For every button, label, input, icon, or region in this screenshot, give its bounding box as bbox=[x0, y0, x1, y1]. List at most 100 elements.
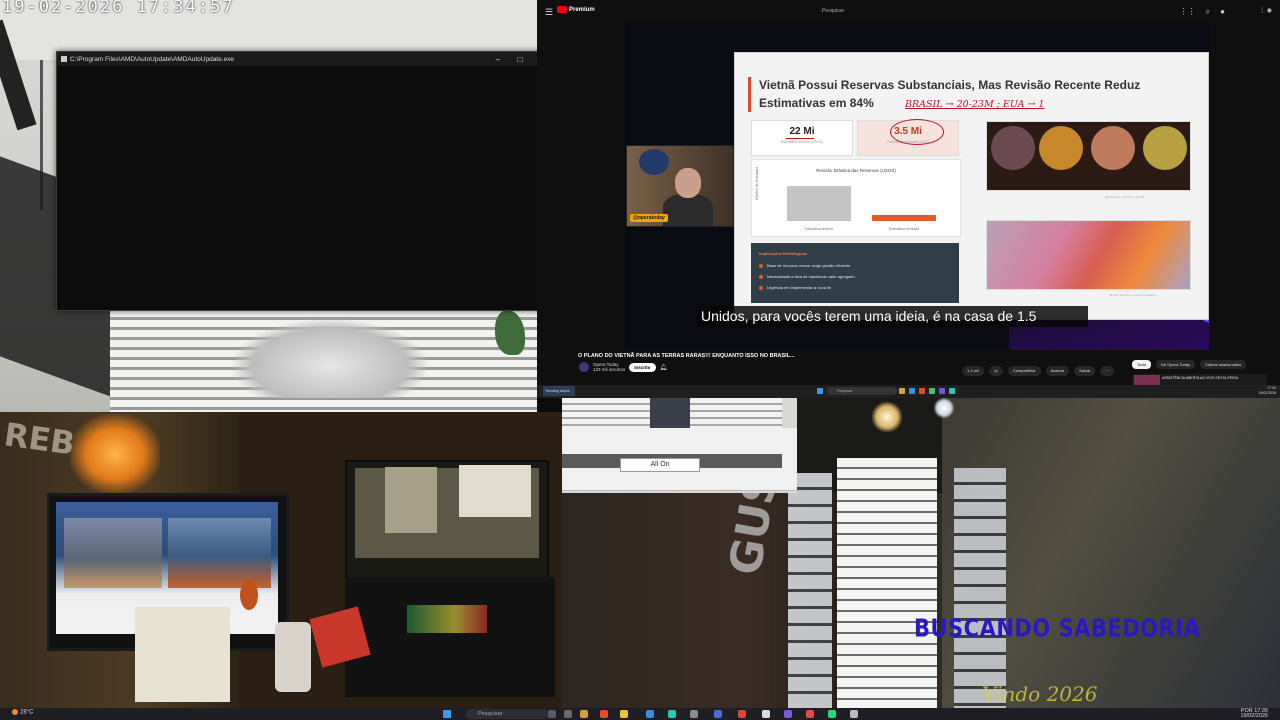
implications-panel: Implicações Estratégicas Base de recurso… bbox=[751, 243, 959, 303]
chrome-icon[interactable] bbox=[600, 710, 608, 718]
monitor-video-1 bbox=[64, 518, 162, 588]
stat-label: Estimativa anterior (USGS) bbox=[780, 140, 824, 144]
system-tray[interactable]: POR 17:35 19/02/2026 bbox=[1240, 708, 1268, 719]
console-title: C:\Program Files\AMD\AutoUpdate\AMDAutoU… bbox=[70, 55, 235, 63]
chip-all[interactable]: Tudo bbox=[1132, 360, 1151, 369]
webcam-person-body bbox=[663, 194, 713, 226]
mineral-bowl bbox=[991, 126, 1035, 170]
related-chips: Tudo De Opera Today Vídeos relacionados bbox=[1132, 360, 1247, 369]
desk-papers bbox=[135, 607, 230, 702]
panel-item-text: Necessidade crítica de maximizar valor a… bbox=[767, 274, 855, 279]
app-icon[interactable] bbox=[714, 710, 722, 718]
inner-chrome-icon[interactable] bbox=[919, 388, 925, 394]
channel-row: Opera Today 123 mil inscritos Inscrito 🔔… bbox=[579, 362, 667, 372]
app-icon[interactable] bbox=[784, 710, 792, 718]
inner-folder-icon[interactable] bbox=[899, 388, 905, 394]
folder-icon[interactable] bbox=[620, 710, 628, 718]
slide-accent-bar bbox=[748, 77, 751, 112]
windows-taskbar: 28°C Pesquisar POR 17:35 19/02/2026 bbox=[0, 708, 1280, 720]
ceiling-light bbox=[934, 398, 954, 418]
all-on-button[interactable]: All On bbox=[620, 458, 700, 472]
presentation-slide: Vietnã Possui Reservas Substanciais, Mas… bbox=[734, 52, 1209, 320]
photo-caption: Minério de terras raras processado bbox=[1109, 293, 1156, 297]
desk-bottle bbox=[275, 622, 311, 692]
audio-levels bbox=[407, 605, 487, 633]
mineral-bowl bbox=[1143, 126, 1187, 170]
like-button[interactable]: 1,1 mil bbox=[962, 366, 984, 376]
chip-channel[interactable]: De Opera Today bbox=[1155, 360, 1196, 369]
glass-bricks-left bbox=[788, 473, 832, 708]
inner-app3-icon[interactable] bbox=[949, 388, 955, 394]
channel-info[interactable]: Opera Today 123 mil inscritos bbox=[593, 362, 625, 372]
weather-widget[interactable]: 28°C bbox=[12, 709, 33, 716]
search-icon[interactable]: ⌕ bbox=[1206, 7, 1210, 17]
header-icons: ⋮⋮ ⌕ ● bbox=[1180, 7, 1225, 17]
streamer-webcam: @operatoday bbox=[626, 145, 734, 227]
search-box[interactable]: Pesquisar bbox=[822, 8, 844, 14]
app-icon[interactable] bbox=[690, 710, 698, 718]
minimize-button[interactable]: – bbox=[487, 55, 509, 64]
channel-avatar[interactable] bbox=[579, 362, 589, 372]
bell-icon[interactable]: 🔔︎ bbox=[660, 364, 668, 371]
save-button[interactable]: Salvar bbox=[1074, 366, 1096, 376]
watermark-title: BUSCANDO SABEDORIA bbox=[914, 613, 1201, 643]
edge-icon[interactable] bbox=[646, 710, 654, 718]
menu-icon[interactable]: ☰ bbox=[545, 7, 553, 18]
inner-start-icon[interactable] bbox=[817, 388, 823, 394]
app-icon[interactable] bbox=[828, 710, 836, 718]
app-icon[interactable] bbox=[762, 710, 770, 718]
mineral-bowl bbox=[1039, 126, 1083, 170]
app-icon[interactable] bbox=[850, 710, 858, 718]
panel-item-text: Urgência em implementar a nova lei bbox=[767, 285, 832, 290]
file-explorer-icon[interactable] bbox=[580, 710, 588, 718]
inner-app2-icon[interactable] bbox=[939, 388, 945, 394]
youtube-play-icon bbox=[557, 6, 567, 13]
youtube-logo[interactable]: Premium bbox=[557, 6, 595, 13]
monitor-window bbox=[459, 465, 531, 517]
panel-item: Necessidade crítica de maximizar valor a… bbox=[759, 274, 855, 279]
inner-edge-icon[interactable] bbox=[909, 388, 915, 394]
start-icon[interactable] bbox=[443, 710, 451, 718]
console-titlebar[interactable]: C:\Program Files\AMD\AutoUpdate\AMDAutoU… bbox=[57, 52, 553, 66]
watermark-subtitle: Vindo 2026 bbox=[982, 682, 1098, 706]
monitor-video-2 bbox=[168, 518, 271, 588]
share-button[interactable]: Compartilhar bbox=[1007, 366, 1041, 376]
account-icon[interactable]: ⋮ ◉ bbox=[1259, 7, 1272, 14]
widgets-icon[interactable] bbox=[564, 710, 572, 718]
inner-notification[interactable]: Trending videos bbox=[543, 386, 575, 396]
camera-feed-bottom-left: REB bbox=[0, 412, 562, 708]
webcam-tag: @operatoday bbox=[630, 214, 668, 222]
maximize-button[interactable]: □ bbox=[509, 55, 531, 64]
chart-ylabel: Milhões de toneladas bbox=[755, 166, 759, 200]
bullet-icon bbox=[759, 285, 763, 290]
lamp-glow bbox=[70, 414, 160, 494]
webcam-poster bbox=[639, 149, 669, 175]
dislike-button[interactable]: 👎︎ bbox=[988, 366, 1003, 376]
subscribe-button[interactable]: Inscrito bbox=[629, 362, 656, 372]
join-button[interactable]: Assinar bbox=[1045, 366, 1070, 376]
app-icon[interactable] bbox=[806, 710, 814, 718]
more-icon[interactable]: ⋯ bbox=[1100, 366, 1115, 376]
youtube-logo-text: Premium bbox=[569, 6, 595, 13]
inner-taskbar: Trending videos Pesquisar 17:34 19/02/20… bbox=[537, 385, 1280, 398]
camera-timestamp: 19-02-2026 17:34:57 bbox=[2, 0, 235, 17]
task-view-icon[interactable] bbox=[548, 710, 556, 718]
photo-caption: Exploração mineral no Vietnã bbox=[1105, 195, 1145, 199]
mic-icon[interactable]: ● bbox=[1220, 7, 1225, 17]
ceiling-light bbox=[872, 402, 902, 432]
taskbar-search[interactable]: Pesquisar bbox=[466, 709, 548, 719]
video-title: O PLANO DO VIETNÃ PARA AS TERRAS RARAS!!… bbox=[578, 353, 795, 359]
inner-app-icon[interactable] bbox=[929, 388, 935, 394]
panel-item: Base de recursos menor exige gestão efic… bbox=[759, 263, 850, 268]
clock-date: 19/02/2026 bbox=[1240, 713, 1268, 719]
inner-search[interactable]: Pesquisar bbox=[827, 387, 897, 395]
video-subtitle: Unidos, para vocês terem uma ideia, é na… bbox=[697, 306, 1088, 327]
store-icon[interactable] bbox=[668, 710, 676, 718]
app-icon[interactable] bbox=[738, 710, 746, 718]
inner-clock: 17:34 19/02/2026 bbox=[1258, 386, 1276, 396]
chart-title: Revisão Drástica das Reservas (USGS) bbox=[816, 168, 896, 173]
chip-related[interactable]: Vídeos relacionados bbox=[1200, 360, 1247, 369]
cast-icon[interactable]: ⋮⋮ bbox=[1180, 7, 1196, 17]
console-window[interactable]: C:\Program Files\AMD\AutoUpdate\AMDAutoU… bbox=[56, 51, 554, 311]
app-icon bbox=[61, 56, 67, 62]
